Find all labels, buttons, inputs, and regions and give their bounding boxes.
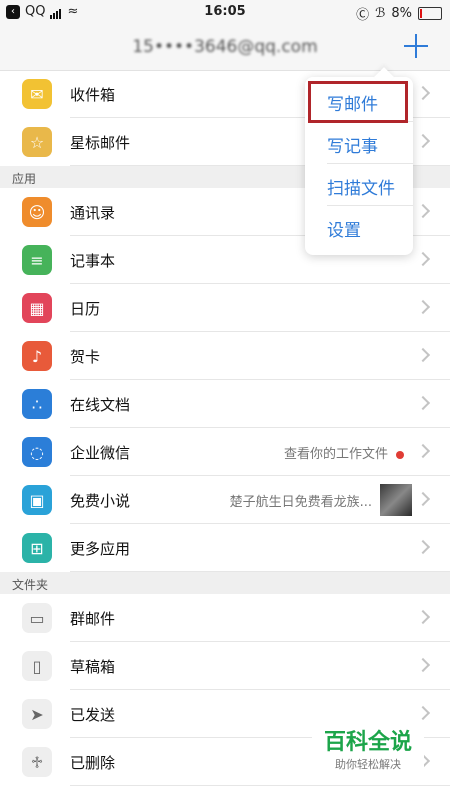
chevron-right-icon [415, 395, 431, 411]
novel-thumbnail [380, 484, 412, 516]
folder-icon: ▭ [22, 603, 52, 633]
list-item[interactable]: ⊞ 更多应用 [0, 524, 450, 572]
status-bar: ‹ QQ ≈ 16:05 Ⓒ ℬ 8% [0, 0, 450, 24]
battery-icon [418, 7, 442, 20]
popup-item-settings[interactable]: 设置 [305, 207, 413, 247]
list-item-label: 已发送 [70, 706, 116, 724]
watermark: 百科全说 助你轻松解决 [312, 720, 424, 775]
chevron-right-icon [415, 705, 431, 721]
chevron-right-icon [415, 203, 431, 219]
wecom-icon: ◌ [22, 437, 52, 467]
chevron-right-icon [415, 133, 431, 149]
calendar-icon: ▦ [22, 293, 52, 323]
list-item-label: 在线文档 [70, 396, 131, 414]
star-icon: ☆ [22, 127, 52, 157]
list-item[interactable]: ▦ 日历 [0, 284, 450, 332]
list-item-label: 草稿箱 [70, 658, 116, 676]
list-item-label: 企业微信 [70, 444, 131, 462]
chevron-right-icon [415, 85, 431, 101]
trash-icon: ♱ [22, 747, 52, 777]
novel-icon: ▣ [22, 485, 52, 515]
list-item[interactable]: ▣ 免费小说 楚子航生日免费看龙族... [0, 476, 450, 524]
chevron-right-icon [415, 657, 431, 673]
unread-dot [396, 450, 404, 459]
lock-rotation-icon: Ⓒ [356, 8, 370, 23]
chevron-right-icon [415, 491, 431, 507]
inbox-icon: ✉ [22, 79, 52, 109]
docs-icon: ∴ [22, 389, 52, 419]
list-item[interactable]: ◌ 企业微信 查看你的工作文件 [0, 428, 450, 476]
list-item[interactable]: ∴ 在线文档 [0, 380, 450, 428]
popup-item-write-note[interactable]: 写记事 [305, 123, 413, 163]
draft-icon: ▯ [22, 651, 52, 681]
list-item-subtitle: 查看你的工作文件 [283, 447, 388, 462]
account-title: 15••••3646@qq.com [132, 37, 318, 57]
popup-item-scan-file[interactable]: 扫描文件 [305, 165, 413, 205]
notes-icon: ≡ [22, 245, 52, 275]
list-item-label: 已删除 [70, 754, 116, 772]
list-item[interactable]: ▭ 群邮件 [0, 594, 450, 642]
contacts-icon: ☺ [22, 197, 52, 227]
list-item-label: 通讯录 [70, 204, 116, 222]
list-item-label: 星标邮件 [70, 134, 131, 152]
bluetooth-icon: ℬ [375, 6, 386, 21]
list-item-label: 日历 [70, 300, 101, 318]
list-item-label: 群邮件 [70, 610, 116, 628]
chevron-right-icon [415, 251, 431, 267]
list-item[interactable]: ♪ 贺卡 [0, 332, 450, 380]
list-item[interactable]: ▯ 草稿箱 [0, 642, 450, 690]
send-icon: ➤ [22, 699, 52, 729]
highlight-box [308, 81, 408, 123]
add-plus-icon[interactable] [402, 32, 430, 60]
list-item-label: 贺卡 [70, 348, 101, 366]
chevron-right-icon [415, 347, 431, 363]
list-item-label: 收件箱 [70, 86, 116, 104]
chevron-right-icon [415, 299, 431, 315]
battery-percent: 8% [391, 6, 412, 21]
list-item-label: 更多应用 [70, 540, 131, 558]
card-icon: ♪ [22, 341, 52, 371]
list-item-label: 免费小说 [70, 492, 131, 510]
grid-icon: ⊞ [22, 533, 52, 563]
list-item-label: 记事本 [70, 252, 116, 270]
chevron-right-icon [415, 443, 431, 459]
list-item-subtitle: 楚子航生日免费看龙族... [229, 495, 372, 510]
chevron-right-icon [415, 539, 431, 555]
header: 15••••3646@qq.com [0, 24, 450, 71]
chevron-right-icon [415, 609, 431, 625]
section-header: 文件夹 [0, 572, 450, 594]
